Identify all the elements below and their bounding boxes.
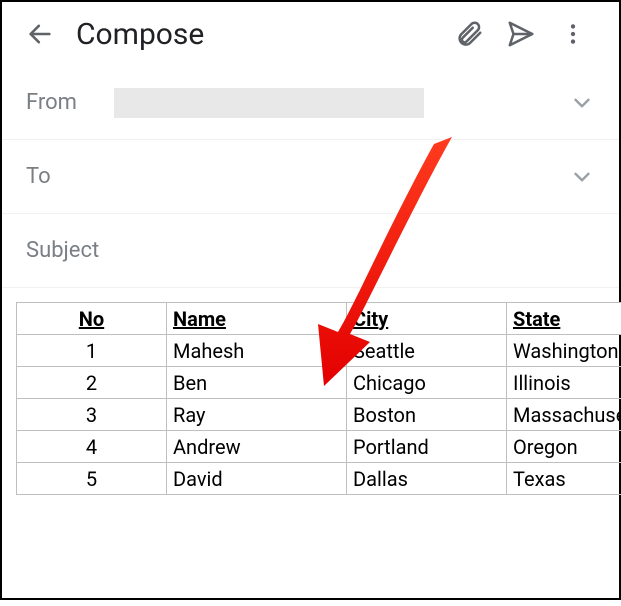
col-city: City xyxy=(347,303,507,335)
from-field[interactable]: From xyxy=(2,66,619,140)
table-row: 2BenChicagoIllinois xyxy=(17,367,621,399)
attach-icon[interactable] xyxy=(443,12,495,56)
to-field[interactable]: To xyxy=(2,140,619,214)
cell-no: 5 xyxy=(17,463,167,495)
page-title: Compose xyxy=(76,17,204,52)
to-label: To xyxy=(26,164,114,189)
compose-toolbar: Compose xyxy=(2,2,619,66)
cell-city: Dallas xyxy=(347,463,507,495)
table-header-row: No Name City State xyxy=(17,303,621,335)
cell-state: Oregon xyxy=(507,431,621,463)
cell-city: Seattle xyxy=(347,335,507,367)
cell-no: 2 xyxy=(17,367,167,399)
cell-name: Ben xyxy=(167,367,347,399)
table-row: 5DavidDallasTexas xyxy=(17,463,621,495)
col-no: No xyxy=(17,303,167,335)
data-table: No Name City State 1MaheshSeattleWashing… xyxy=(16,302,621,495)
more-icon[interactable] xyxy=(547,12,599,56)
cell-name: Andrew xyxy=(167,431,347,463)
cell-city: Boston xyxy=(347,399,507,431)
cell-name: David xyxy=(167,463,347,495)
cell-state: Illinois xyxy=(507,367,621,399)
back-icon[interactable] xyxy=(18,12,62,56)
subject-field[interactable]: Subject xyxy=(2,214,619,288)
send-icon[interactable] xyxy=(495,12,547,56)
chevron-down-icon[interactable] xyxy=(569,90,595,116)
col-name: Name xyxy=(167,303,347,335)
cell-state: Texas xyxy=(507,463,621,495)
cell-no: 4 xyxy=(17,431,167,463)
from-value-redacted xyxy=(114,88,424,118)
cell-state: Massachusetts xyxy=(507,399,621,431)
cell-city: Chicago xyxy=(347,367,507,399)
from-label: From xyxy=(26,90,114,115)
compose-body[interactable]: No Name City State 1MaheshSeattleWashing… xyxy=(2,288,619,509)
cell-city: Portland xyxy=(347,431,507,463)
cell-name: Ray xyxy=(167,399,347,431)
table-row: 4AndrewPortlandOregon xyxy=(17,431,621,463)
col-state: State xyxy=(507,303,621,335)
cell-no: 1 xyxy=(17,335,167,367)
chevron-down-icon[interactable] xyxy=(569,164,595,190)
cell-name: Mahesh xyxy=(167,335,347,367)
subject-label: Subject xyxy=(26,238,99,263)
cell-no: 3 xyxy=(17,399,167,431)
table-row: 3RayBostonMassachusetts xyxy=(17,399,621,431)
table-row: 1MaheshSeattleWashington xyxy=(17,335,621,367)
cell-state: Washington xyxy=(507,335,621,367)
